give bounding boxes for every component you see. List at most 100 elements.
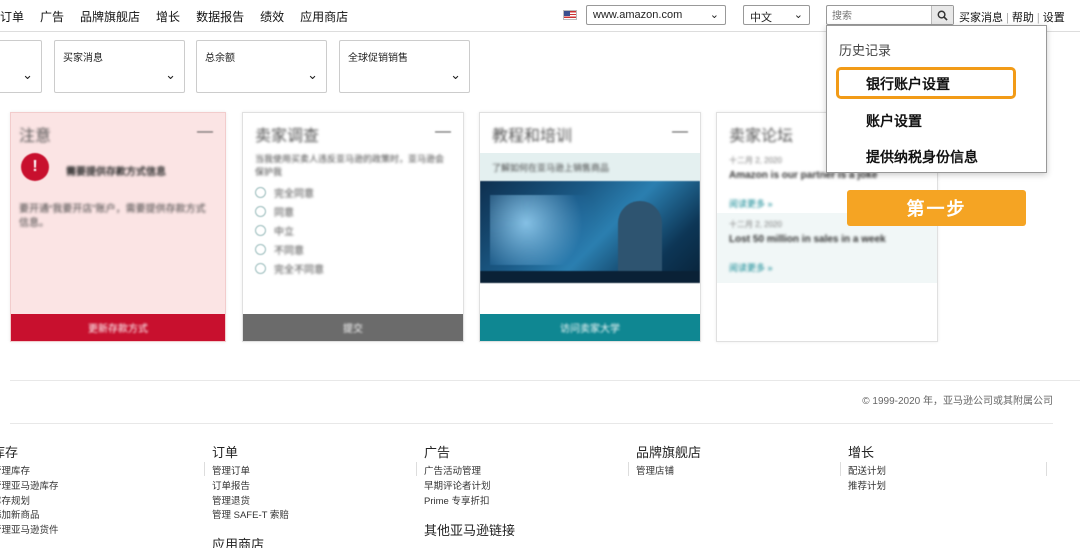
footer-link[interactable]: 管理 SAFE-T 索赔 [212,509,289,524]
option-label: 不同意 [274,246,304,257]
survey-option[interactable]: 中立 [255,223,294,238]
footer-link[interactable]: 库存规划 [0,495,59,510]
search-button[interactable] [931,6,953,24]
footer-heading: 订单 [212,445,239,460]
footer-orders: 订单 管理订单 订单报告 管理退货 管理 SAFE-T 索赔 [212,442,289,524]
button-label: 更新存款方式 [88,324,148,335]
footer-heading: 品牌旗舰店 [636,445,702,460]
search-box [826,5,954,26]
alert-text: 需要提供存款方式信息 [66,167,166,178]
footer-heading-apps: 应用商店 [212,537,265,548]
search-input[interactable] [827,7,927,26]
survey-option[interactable]: 完全不同意 [255,261,324,276]
us-flag-icon [563,10,577,20]
training-image[interactable] [480,181,700,283]
history-item-tax-info[interactable]: 提供纳税身份信息 [866,147,978,167]
desk-shape [480,271,700,283]
history-item-bank-account[interactable]: 银行账户设置 [866,74,950,94]
option-label: 完全不同意 [274,265,324,276]
banner-text: 了解如何在亚马逊上销售商品 [492,163,610,173]
buyer-messages-link[interactable]: 买家消息 [959,12,1003,24]
footer-inventory: 库存 管理库存 管理亚马逊库存 库存规划 添加新商品 管理亚马逊货件 [0,442,59,539]
read-more-link[interactable]: 阅读更多 » [729,261,929,274]
option-label: 中立 [274,227,294,238]
option-label: 同意 [274,208,294,219]
survey-option[interactable]: 不同意 [255,242,304,257]
filter-dropdown-1[interactable]: ⌄ [0,40,42,93]
nav-performance[interactable]: 绩效 [260,8,284,25]
chevron-down-icon: ⌄ [709,9,719,21]
minimize-icon[interactable]: — [197,123,213,141]
submit-button[interactable]: 提交 [243,314,463,341]
footer-growth: 增长 配送计划 推荐计划 [848,442,886,495]
total-balance-filter[interactable]: 总余额 ⌄ [196,40,327,93]
notice-body: 要开通“我要开店”账户，需要提供存款方式信息。 [19,204,206,229]
footer-heading: 库存 [0,445,19,460]
search-icon [937,10,948,21]
card-title: 教程和培训 [492,128,573,145]
survey-card: 卖家调查 — 当我使用买卖人违反亚马逊的政策时，亚马逊会保护我 完全同意 同意 … [242,112,464,342]
radio-icon [255,263,266,274]
chevron-down-icon: ⌄ [165,67,176,82]
history-item-account-settings[interactable]: 账户设置 [866,111,922,131]
update-payment-button[interactable]: 更新存款方式 [11,314,225,341]
nav-appstore[interactable]: 应用商店 [300,8,348,25]
training-card: 教程和培训 — 了解如何在亚马逊上销售商品 访问卖家大学 [479,112,701,342]
nav-growth[interactable]: 增长 [156,8,180,25]
settings-link[interactable]: 设置 [1043,12,1065,24]
footer-link[interactable]: 管理店铺 [636,465,701,480]
forum-post[interactable]: 十二月 2, 2020 Lost 50 million in sales in … [729,219,929,274]
footer-link[interactable]: 广告活动管理 [424,465,491,480]
nav-brand-store[interactable]: 品牌旗舰店 [80,8,140,25]
footer-link[interactable]: 管理订单 [212,465,289,480]
divider [10,380,1080,381]
nav-reports[interactable]: 数据报告 [196,8,244,25]
survey-option[interactable]: 完全同意 [255,185,314,200]
footer-brand: 品牌旗舰店 管理店铺 [636,442,701,480]
column-separator [1046,462,1047,476]
footer-link[interactable]: 推荐计划 [848,480,886,495]
footer-heading: 增长 [848,445,875,460]
radio-icon [255,187,266,198]
footer-ads: 广告 广告活动管理 早期评论者计划 Prime 专享折扣 [424,442,491,509]
footer-link[interactable]: 订单报告 [212,480,289,495]
card-title: 注意 [19,128,52,145]
footer-link[interactable]: 早期评论者计划 [424,480,491,495]
footer-link[interactable]: 管理退货 [212,495,289,510]
help-link[interactable]: 帮助 [1012,12,1034,24]
screen-glow [490,195,610,265]
radio-icon [255,244,266,255]
filter-label: 买家消息 [63,53,103,64]
marketplace-select[interactable]: www.amazon.com ⌄ [586,5,726,25]
language-select[interactable]: 中文 ⌄ [743,5,810,25]
filter-label: 全球促销销售 [348,53,408,64]
step-label: 第一步 [847,190,1026,226]
language-value: 中文 [750,12,772,24]
alert-icon: ! [21,153,49,181]
footer-link[interactable]: 配送计划 [848,465,886,480]
footer-link[interactable]: 管理亚马逊货件 [0,524,59,539]
column-separator [204,462,205,476]
buyer-messages-filter[interactable]: 买家消息 ⌄ [54,40,185,93]
button-label: 提交 [343,324,363,335]
footer-heading: 广告 [424,445,451,460]
chevron-down-icon: ⌄ [22,67,33,82]
footer-link[interactable]: 管理亚马逊库存 [0,480,59,495]
copyright-text: © 1999-2020 年，亚马逊公司或其附属公司 [862,396,1053,407]
column-separator [840,462,841,476]
nav-orders[interactable]: 订单 [0,8,24,25]
footer-link[interactable]: Prime 专享折扣 [424,495,491,510]
footer-link[interactable]: 添加新商品 [0,509,59,524]
survey-option[interactable]: 同意 [255,204,294,219]
global-promo-sales-filter[interactable]: 全球促销销售 ⌄ [339,40,470,93]
seller-university-button[interactable]: 访问卖家大学 [480,314,700,341]
minimize-icon[interactable]: — [435,123,451,141]
footer-link[interactable]: 管理库存 [0,465,59,480]
history-title: 历史记录 [839,43,892,58]
minimize-icon[interactable]: — [672,123,688,141]
main-menu: 订单 广告 品牌旗舰店 增长 数据报告 绩效 应用商店 [0,8,364,25]
nav-advertising[interactable]: 广告 [40,8,64,25]
chevron-down-icon: ⌄ [307,67,318,82]
card-title: 卖家调查 [255,128,320,145]
filter-label: 总余额 [205,53,235,64]
